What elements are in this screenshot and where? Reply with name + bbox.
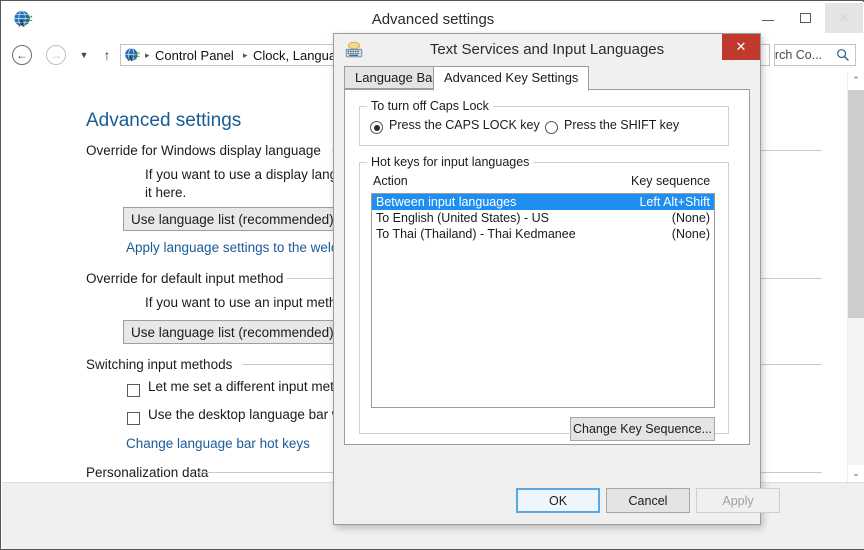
advanced-settings-window: A 字 Advanced settings ✕ ← → ▼ ↑ A 字 ▸ Co… [0, 0, 864, 550]
hotkey-sequence: (None) [671, 211, 710, 225]
hotkey-sequence: (None) [671, 227, 710, 241]
tab-panel-advanced-key-settings: To turn off Caps Lock Press the CAPS LOC… [344, 89, 750, 445]
radio-label-press-shift-key: Press the SHIFT key [564, 118, 680, 132]
ok-button[interactable]: OK [516, 488, 600, 513]
breadcrumb-separator-0: ▸ [145, 50, 150, 60]
change-key-sequence-button[interactable]: Change Key Sequence... [570, 417, 715, 441]
input-method-combobox-value: Use language list (recommended) [131, 325, 334, 340]
recent-locations-button[interactable]: ▼ [75, 45, 93, 65]
close-button[interactable]: ✕ [825, 3, 863, 33]
search-input-text: earch Co... [774, 48, 823, 62]
breadcrumb-item-clock-language[interactable]: Clock, Langua [253, 45, 336, 65]
hotkeys-legend: Hot keys for input languages [367, 155, 534, 169]
hotkey-action: Between input languages [376, 195, 517, 209]
breadcrumb-item-control-panel[interactable]: Control Panel [155, 45, 234, 65]
column-header-action: Action [373, 174, 408, 188]
link-apply-language-settings[interactable]: Apply language settings to the welcom [126, 240, 356, 255]
address-bar-language-icon: A 字 [124, 47, 141, 64]
up-one-level-button[interactable]: ↑ [98, 45, 116, 65]
maximize-icon [800, 13, 811, 23]
column-header-key-sequence: Key sequence [631, 174, 711, 188]
content-vertical-scrollbar[interactable]: ⌃ ⌄ [847, 72, 864, 482]
radio-label-press-caps-lock-key: Press the CAPS LOCK key [389, 118, 540, 132]
hotkey-action: To English (United States) - US [376, 211, 549, 225]
radio-press-caps-lock-key[interactable] [370, 121, 383, 134]
list-item[interactable]: To Thai (Thailand) - Thai Kedmanee (None… [372, 226, 714, 242]
page-title: Advanced settings [86, 110, 242, 131]
checkbox-desktop-language-bar[interactable] [127, 412, 140, 425]
display-language-combobox-value: Use language list (recommended) [131, 212, 334, 227]
forward-button[interactable]: → [46, 45, 66, 65]
hotkey-action: To Thai (Thailand) - Thai Kedmanee [376, 227, 576, 241]
maximize-button[interactable] [787, 3, 825, 33]
dialog-title-bar: Text Services and Input Languages ✕ [334, 34, 760, 66]
minimize-icon [762, 20, 774, 21]
checkbox-label-desktop-language-bar: Use the desktop language bar when [148, 407, 365, 422]
apply-button: Apply [696, 488, 780, 513]
back-button[interactable]: ← [12, 45, 32, 65]
section-label-display-language: Override for Windows display language [86, 143, 321, 158]
checkbox-label-different-input-method: Let me set a different input method [148, 379, 357, 394]
section-label-switching-input: Switching input methods [86, 357, 233, 372]
search-input[interactable]: earch Co... [774, 44, 856, 66]
back-arrow-icon: ← [16, 48, 28, 62]
link-change-language-bar-hot-keys[interactable]: Change language bar hot keys [126, 436, 310, 451]
minimize-button[interactable] [749, 3, 787, 33]
window-title: Advanced settings [371, 11, 495, 28]
dialog-title: Text Services and Input Languages [429, 41, 665, 58]
scrollbar-track[interactable] [848, 318, 864, 465]
dialog-body: Language Bar Advanced Key Settings To tu… [344, 66, 750, 478]
radio-press-shift-key[interactable] [545, 121, 558, 134]
scrollbar-thumb[interactable] [848, 90, 864, 318]
scroll-up-arrow-icon[interactable]: ⌃ [848, 72, 864, 89]
dialog-close-button[interactable]: ✕ [722, 34, 760, 60]
list-item[interactable]: Between input languages Left Alt+Shift [372, 194, 714, 210]
tab-advanced-key-settings[interactable]: Advanced Key Settings [433, 66, 590, 91]
scroll-down-arrow-icon[interactable]: ⌄ [848, 465, 864, 482]
dialog-footer: OK Cancel Apply [334, 476, 780, 524]
cancel-button[interactable]: Cancel [606, 488, 690, 513]
checkbox-different-input-method[interactable] [127, 384, 140, 397]
list-item[interactable]: To English (United States) - US (None) [372, 210, 714, 226]
breadcrumb-separator-1: ▸ [243, 50, 248, 60]
text-services-dialog: Text Services and Input Languages ✕ Lang… [333, 33, 780, 525]
section-label-input-method: Override for default input method [86, 271, 284, 286]
close-icon: ✕ [838, 10, 850, 25]
search-icon [836, 48, 850, 62]
hotkeys-list[interactable]: Between input languages Left Alt+Shift T… [371, 193, 715, 408]
forward-arrow-icon: → [50, 48, 62, 62]
section-label-personalization-data: Personalization data [86, 465, 209, 480]
svg-text:字: 字 [132, 51, 140, 61]
hotkey-sequence: Left Alt+Shift [639, 195, 710, 209]
section-desc-display-language-line2: it here. [145, 185, 187, 200]
caps-lock-legend: To turn off Caps Lock [367, 99, 493, 113]
